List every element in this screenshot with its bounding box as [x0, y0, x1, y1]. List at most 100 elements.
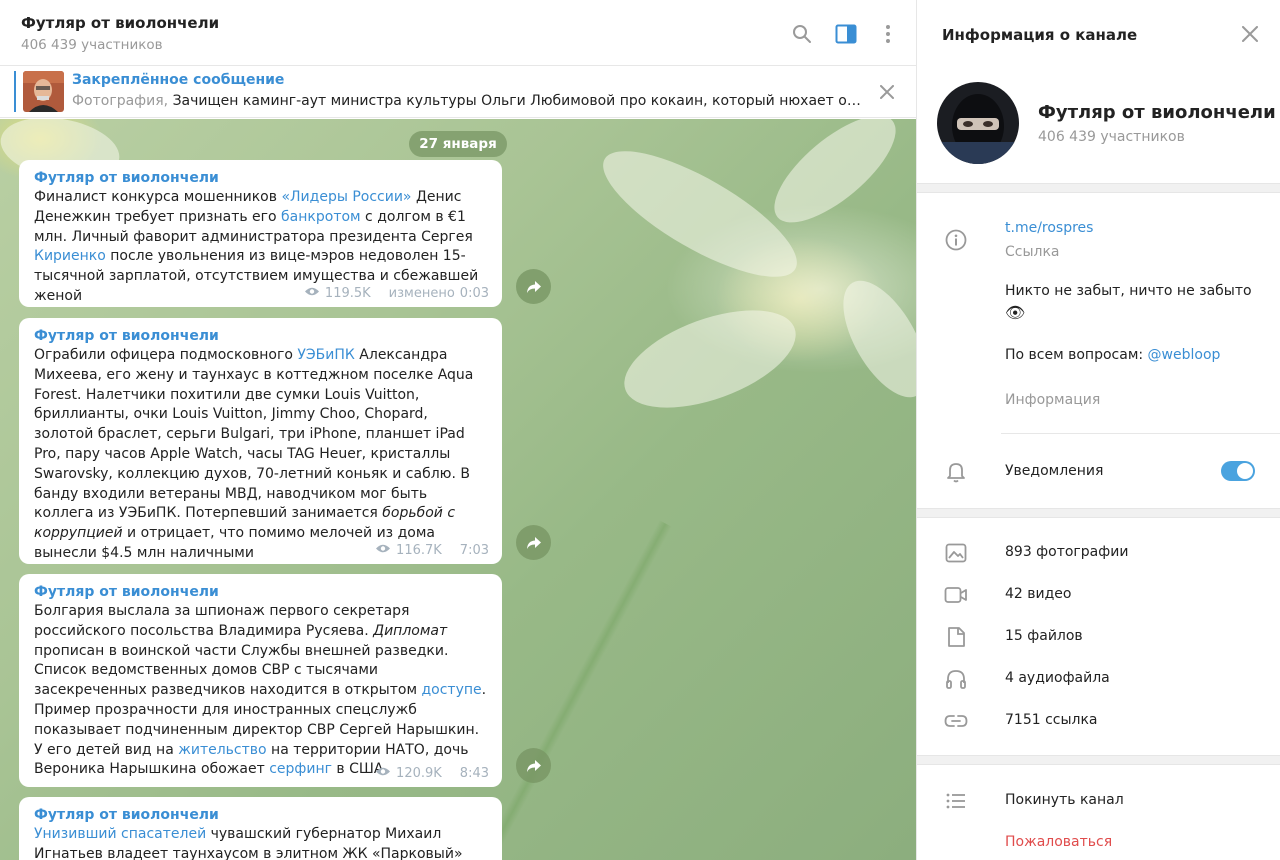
media-row-photos[interactable]: 893 фотографии — [917, 532, 1280, 574]
message-views: 119.5K — [324, 286, 371, 301]
link-icon — [944, 709, 968, 733]
message-bubble[interactable]: Футляр от виолончели Унизивший спасателе… — [19, 797, 502, 860]
message-link[interactable]: серфинг — [269, 761, 332, 777]
message-bubble[interactable]: Футляр от виолончели Болгария выслала за… — [19, 574, 502, 787]
media-row-audio[interactable]: 4 аудиофайла — [917, 658, 1280, 700]
message-bubble[interactable]: Футляр от виолончели Ограбили офицера по… — [19, 318, 502, 564]
photo-icon — [944, 541, 968, 565]
pinned-body: Зачищен каминг-аут министра культуры Оль… — [172, 93, 862, 109]
chat-title[interactable]: Футляр от виолончели — [21, 14, 219, 32]
media-row-label: 7151 ссылка — [1005, 712, 1098, 728]
message-text: Болгария выслала за шпионаж первого секр… — [34, 602, 487, 780]
background-petal — [758, 119, 912, 241]
more-vertical-icon[interactable] — [876, 22, 900, 46]
message-link[interactable]: Унизивший спасателей — [34, 826, 206, 842]
pinned-message[interactable]: Закреплённое сообщение Фотография, Зачищ… — [0, 66, 916, 118]
section-divider — [917, 508, 1280, 518]
media-row-label: 893 фотографии — [1005, 544, 1129, 560]
pinned-text: Фотография, Зачищен каминг-аут министра … — [72, 93, 862, 109]
message-link[interactable]: доступе — [421, 682, 481, 698]
notifications-toggle[interactable] — [1221, 461, 1255, 481]
report-button[interactable]: Пожаловаться — [1005, 834, 1112, 850]
bell-icon — [944, 460, 968, 484]
message-bubble[interactable]: Футляр от виолончели Финалист конкурса м… — [19, 160, 502, 307]
message-text-run: Болгария выслала за шпионаж первого секр… — [34, 603, 410, 639]
channel-link-label: Ссылка — [1005, 244, 1060, 260]
message-time: 8:43 — [459, 766, 489, 781]
media-row-label: 42 видео — [1005, 586, 1072, 602]
section-divider — [917, 183, 1280, 193]
message-link[interactable]: «Лидеры России» — [281, 189, 411, 205]
media-row-videos[interactable]: 42 видео — [917, 574, 1280, 616]
message-text: Ограбили офицера подмосковного УЭБиПК Ал… — [34, 346, 487, 564]
notifications-label: Уведомления — [1005, 463, 1104, 479]
sidebar-toggle-icon[interactable] — [834, 22, 858, 46]
channel-name: Футляр от виолончели — [1038, 102, 1276, 123]
message-text-run: Финалист конкурса мошенников — [34, 189, 282, 205]
message-author[interactable]: Футляр от виолончели — [34, 327, 487, 345]
toggle-knob — [1237, 463, 1253, 479]
message-author[interactable]: Футляр от виолончели — [34, 169, 487, 187]
background-petal — [611, 290, 809, 428]
info-icon — [944, 228, 968, 252]
pinned-title: Закреплённое сообщение — [72, 72, 285, 88]
eye-emoji: 👁 — [1005, 303, 1026, 322]
eye-icon — [375, 543, 391, 558]
description-label: Информация — [1005, 392, 1101, 408]
close-icon[interactable] — [876, 81, 898, 103]
message-time: 0:03 — [459, 286, 489, 301]
share-arrow-icon[interactable] — [516, 748, 551, 783]
leave-channel-label: Покинуть канал — [1005, 792, 1124, 808]
message-list[interactable]: 27 января Футляр от виолончели Финалист … — [0, 119, 916, 860]
share-arrow-icon[interactable] — [516, 525, 551, 560]
close-icon[interactable] — [1239, 23, 1261, 45]
message-text-run: Александра Михеева, его жену и таунхаус … — [34, 347, 474, 522]
row-divider — [1001, 433, 1280, 434]
message-text: Унизивший спасателей чувашский губернато… — [34, 825, 487, 860]
message-meta: 120.9K 8:43 — [375, 766, 489, 781]
chat-column: Футляр от виолончели 406 439 участников … — [0, 0, 916, 860]
list-icon — [944, 789, 968, 813]
message-text-run: Ограбили офицера подмосковного — [34, 347, 298, 363]
video-icon — [944, 583, 968, 607]
channel-info-panel: Информация о канале Футляр от виолончели… — [916, 0, 1280, 860]
info-panel-title: Информация о канале — [942, 26, 1138, 44]
message-link[interactable]: УЭБиПК — [297, 347, 354, 363]
channel-avatar[interactable] — [937, 82, 1019, 164]
message-meta: 116.7K 7:03 — [375, 543, 489, 558]
pinned-accent-bar — [14, 71, 16, 112]
message-link[interactable]: жительство — [178, 742, 266, 758]
eye-icon — [304, 286, 320, 301]
media-row-label: 4 аудиофайла — [1005, 670, 1110, 686]
message-views: 116.7K — [396, 543, 442, 558]
share-arrow-icon[interactable] — [516, 269, 551, 304]
channel-subscribers: 406 439 участников — [1038, 129, 1185, 145]
channel-contact: По всем вопросам: @webloop — [1005, 347, 1220, 363]
message-emphasis: Дипломат — [373, 622, 448, 639]
leave-channel-button[interactable]: Покинуть канал — [917, 780, 1280, 822]
chat-header: Футляр от виолончели 406 439 участников — [0, 0, 916, 66]
message-views: 120.9K — [396, 766, 442, 781]
eye-icon — [375, 766, 391, 781]
message-time: 7:03 — [459, 543, 489, 558]
message-edited: изменено — [388, 286, 455, 301]
message-text-run: прописан в воинской части Службы внешней… — [34, 642, 449, 699]
contact-handle[interactable]: @webloop — [1148, 347, 1221, 363]
search-icon[interactable] — [790, 22, 814, 46]
section-divider — [917, 755, 1280, 765]
contact-prefix: По всем вопросам: — [1005, 347, 1148, 363]
message-link[interactable]: банкротом — [281, 209, 361, 225]
background-petal — [826, 267, 916, 411]
media-row-links[interactable]: 7151 ссылка — [917, 700, 1280, 742]
media-row-label: 15 файлов — [1005, 628, 1083, 644]
message-author[interactable]: Футляр от виолончели — [34, 806, 487, 824]
channel-description: Никто не забыт, ничто не забыто — [1005, 283, 1252, 299]
date-separator: 27 января — [409, 131, 507, 157]
message-meta: 119.5K изменено 0:03 — [304, 286, 489, 301]
media-row-files[interactable]: 15 файлов — [917, 616, 1280, 658]
chat-subscribers: 406 439 участников — [21, 37, 163, 53]
message-link[interactable]: Кириенко — [34, 248, 106, 264]
file-icon — [944, 625, 968, 649]
message-author[interactable]: Футляр от виолончели — [34, 583, 487, 601]
channel-link[interactable]: t.me/rospres — [1005, 220, 1093, 236]
